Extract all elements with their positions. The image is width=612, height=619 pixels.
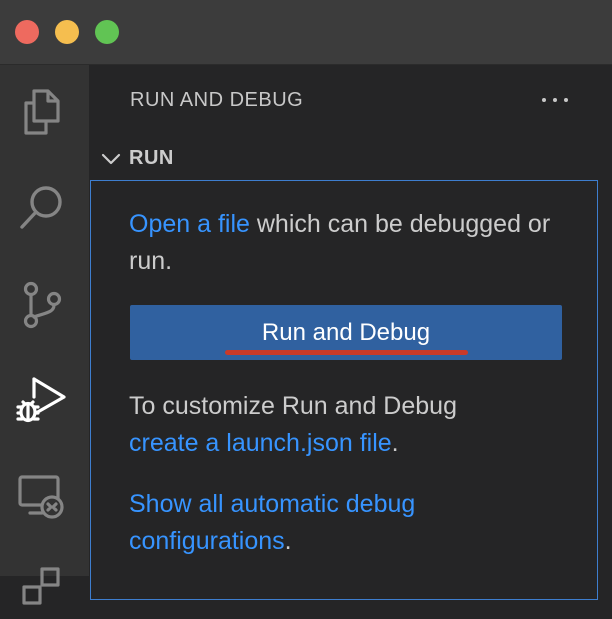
run-and-debug-button[interactable]: Run and Debug	[130, 305, 562, 360]
run-button-label: Run and Debug	[261, 319, 431, 346]
run-debug-icon[interactable]	[14, 373, 70, 429]
more-dot	[542, 98, 546, 102]
extensions-icon[interactable]	[14, 563, 70, 619]
customize-paragraph: To customize Run and Debug create a laun…	[129, 388, 579, 462]
customize-end: .	[391, 429, 399, 457]
search-icon[interactable]	[14, 179, 70, 235]
open-file-paragraph: Open a file which can be debugged or run…	[129, 206, 579, 280]
run-and-debug-sidebar: RUN AND DEBUG RUN Open a file which can …	[89, 65, 612, 600]
chevron-down-icon	[101, 153, 121, 165]
more-dot	[564, 98, 568, 102]
minimize-window-button[interactable]	[55, 20, 79, 44]
remote-explorer-icon[interactable]	[14, 469, 70, 525]
show-configs-paragraph: Show all automatic debug configurations.	[129, 486, 579, 560]
more-dot	[553, 98, 557, 102]
source-control-icon[interactable]	[14, 277, 70, 333]
activity-bar	[0, 65, 89, 605]
close-window-button[interactable]	[15, 20, 39, 44]
open-file-link[interactable]: Open a file	[129, 210, 250, 238]
run-section-panel: Open a file which can be debugged or run…	[90, 180, 598, 600]
section-label: RUN	[129, 147, 174, 169]
run-section-header[interactable]: RUN	[99, 145, 599, 173]
files-icon[interactable]	[14, 83, 70, 139]
show-automatic-configs-link[interactable]: Show all automatic debug configurations	[129, 490, 415, 555]
customize-text: To customize Run and Debug	[129, 392, 457, 420]
sidebar-title: RUN AND DEBUG	[130, 89, 304, 111]
show-end: .	[284, 527, 292, 555]
more-actions-button[interactable]	[539, 83, 573, 117]
create-launch-json-link[interactable]: create a launch.json file	[129, 429, 392, 457]
annotation-underline	[225, 350, 468, 355]
title-bar	[0, 0, 612, 65]
maximize-window-button[interactable]	[95, 20, 119, 44]
